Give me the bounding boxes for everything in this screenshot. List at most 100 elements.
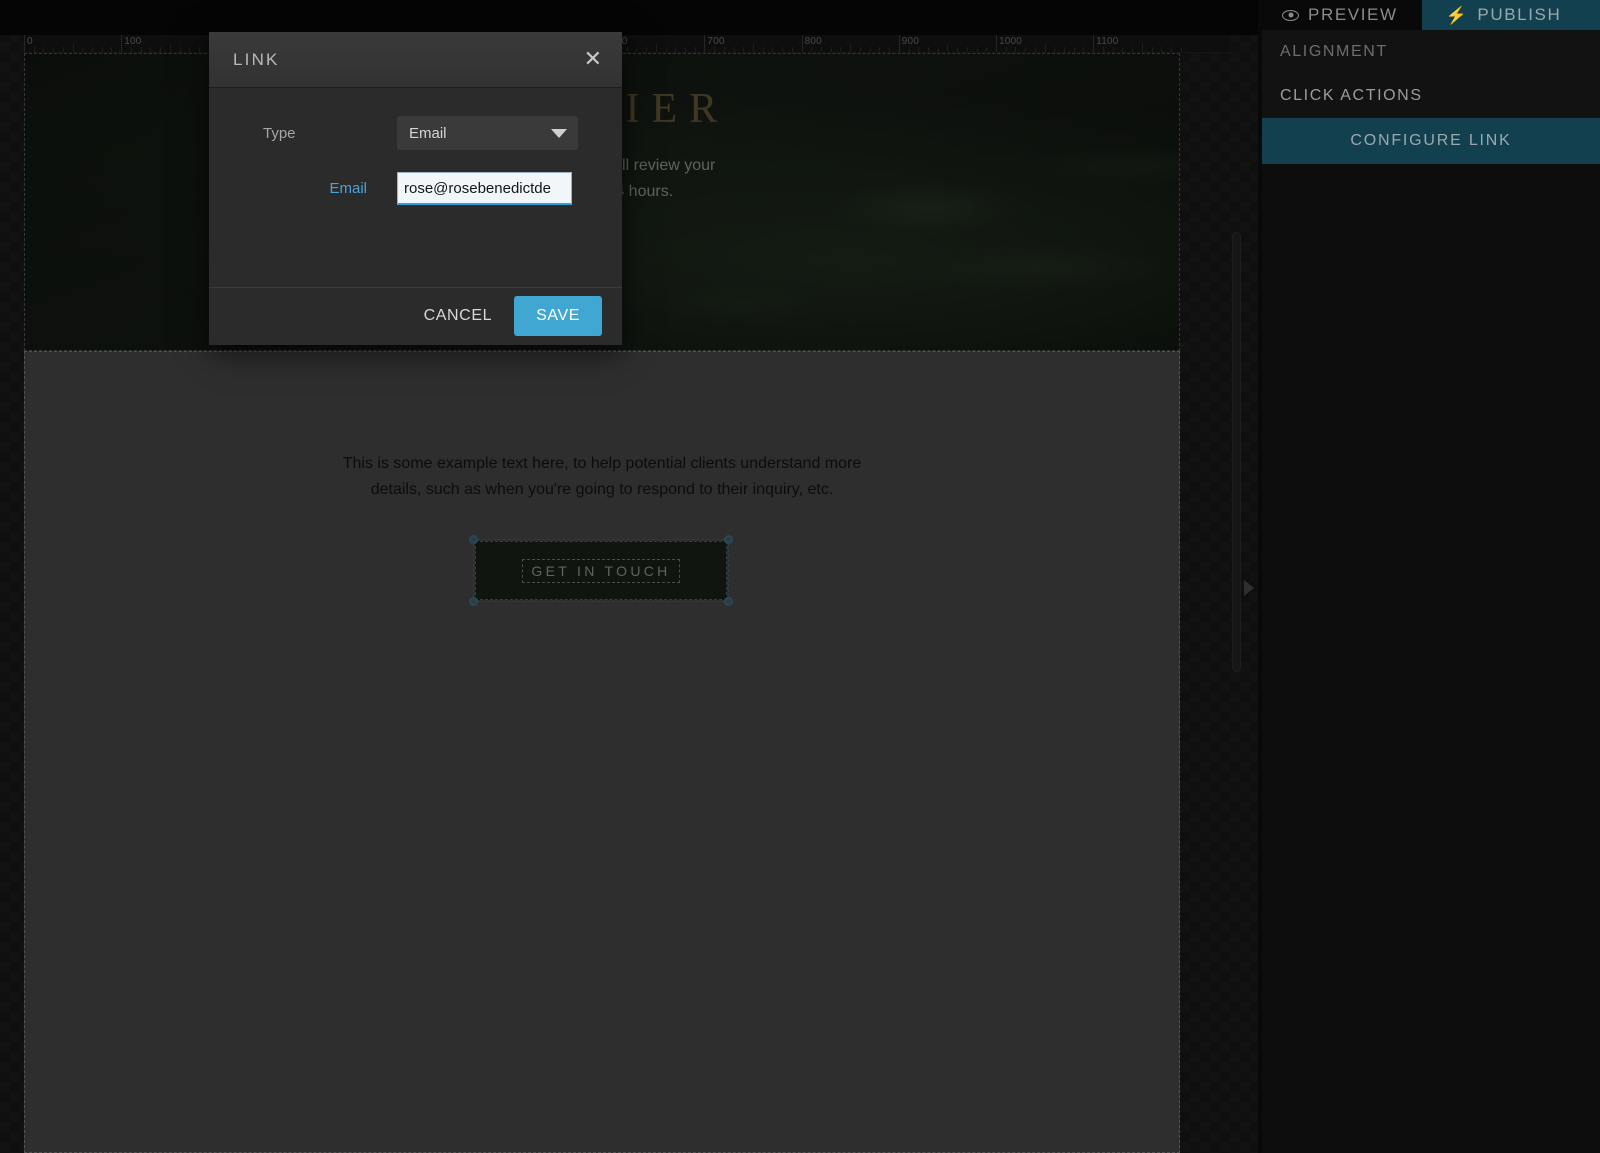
ruler-tick-minor: [840, 47, 842, 52]
resize-handle-top-right[interactable]: [724, 535, 733, 544]
panel-expand-arrow-icon[interactable]: [1244, 580, 1254, 596]
ruler-tick-minor: [43, 47, 45, 52]
ruler-label: 1100: [1096, 36, 1119, 47]
preview-button[interactable]: PREVIEW: [1258, 0, 1422, 30]
email-field-row: Email rose@rosebenedictde: [241, 172, 590, 205]
ruler-tick-minor: [821, 47, 823, 52]
link-type-selected-value: Email: [409, 124, 447, 142]
ruler-tick-minor: [918, 47, 920, 52]
ruler-tick-minor: [62, 47, 64, 52]
ruler-label: 1000: [999, 36, 1023, 47]
ruler-tick-minor: [859, 47, 861, 52]
chevron-down-icon: [551, 129, 567, 138]
ruler-tick-minor: [636, 47, 638, 52]
content-section[interactable]: This is some example text here, to help …: [24, 351, 1180, 1153]
ruler-tick-minor: [908, 47, 910, 52]
eye-icon: [1282, 9, 1299, 21]
ruler-tick-minor: [1015, 47, 1017, 52]
ruler-tick-minor: [869, 47, 871, 52]
resize-handle-top-left[interactable]: [469, 535, 478, 544]
ruler-tick-minor: [927, 47, 929, 52]
ruler-tick-minor: [1083, 47, 1085, 52]
get-in-touch-button[interactable]: GET IN TOUCH: [475, 541, 727, 600]
canvas-vertical-scrollbar[interactable]: [1232, 232, 1241, 672]
ruler-tick-minor: [53, 47, 55, 52]
ruler-tick-minor: [189, 47, 191, 52]
ruler-tick-minor: [947, 44, 949, 52]
ruler-label: 900: [901, 36, 920, 47]
ruler-tick-minor: [646, 47, 648, 52]
ruler-tick-minor: [753, 44, 754, 52]
panel-row-click-actions[interactable]: CLICK ACTIONS: [1262, 74, 1600, 118]
panel-row-configure-link[interactable]: CONFIGURE LINK: [1262, 118, 1600, 164]
ruler-tick-minor: [1112, 47, 1114, 52]
close-icon[interactable]: ✕: [584, 48, 602, 71]
section-body-line-1: This is some example text here, to help …: [342, 455, 862, 472]
ruler-tick-minor: [684, 47, 686, 52]
panel-row-configure-link-label: CONFIGURE LINK: [1350, 132, 1512, 149]
panel-row-click-actions-label: CLICK ACTIONS: [1280, 86, 1423, 104]
ruler-tick-minor: [665, 47, 667, 52]
ruler-tick-minor: [1034, 47, 1036, 52]
ruler-tick-minor: [830, 47, 832, 52]
ruler-tick-minor: [1132, 47, 1134, 52]
resize-handle-bottom-right[interactable]: [724, 597, 733, 606]
section-body-text: This is some example text here, to help …: [24, 451, 1180, 503]
link-modal-header: LINK ✕: [209, 32, 622, 88]
ruler-tick-minor: [733, 47, 735, 52]
ruler-tick-minor: [743, 47, 745, 52]
email-field-label: Email: [329, 180, 367, 197]
lightning-bolt-icon: ⚡: [1445, 5, 1469, 25]
ruler-tick-minor: [198, 47, 200, 52]
panel-sections: ALIGNMENT CLICK ACTIONS CONFIGURE LINK: [1258, 30, 1600, 1153]
preview-label: PREVIEW: [1308, 5, 1398, 24]
ruler-tick-minor: [92, 47, 94, 52]
ruler-label: 800: [804, 36, 822, 47]
ruler-tick-minor: [111, 47, 113, 52]
ruler-tick-minor: [626, 47, 628, 52]
panel-row-alignment[interactable]: ALIGNMENT: [1262, 30, 1600, 74]
email-input[interactable]: rose@rosebenedictde: [397, 172, 572, 205]
ruler-tick-minor: [966, 47, 968, 52]
type-field-row: Type Email: [241, 116, 590, 150]
ruler-tick-minor: [169, 44, 171, 52]
link-type-select[interactable]: Email: [397, 116, 578, 150]
ruler-label: 0: [27, 36, 33, 47]
ruler-tick-minor: [1122, 47, 1124, 52]
resize-handle-bottom-left[interactable]: [469, 597, 478, 606]
ruler-tick-minor: [101, 47, 103, 52]
ruler-tick-minor: [1141, 44, 1143, 52]
ruler-label: 100: [124, 36, 142, 47]
ruler-tick-minor: [762, 47, 764, 52]
ruler-tick-minor: [1073, 47, 1075, 52]
publish-button[interactable]: ⚡ PUBLISH: [1421, 0, 1600, 30]
ruler-tick-minor: [130, 47, 132, 52]
horizontal-ruler[interactable]: 010020030040050060070080090010001100: [24, 35, 1230, 53]
link-modal-footer: CANCEL SAVE: [209, 288, 622, 344]
ruler-tick-minor: [675, 47, 677, 52]
link-modal[interactable]: LINK ✕ Type Email Email rose@rosebenedic…: [209, 32, 622, 345]
save-button[interactable]: SAVE: [514, 296, 602, 336]
ruler-label: 700: [707, 36, 725, 47]
editor-region: 010020030040050060070080090010001100 ATE…: [0, 0, 1258, 1153]
ruler-tick-minor: [937, 47, 939, 52]
ruler-tick-minor: [1005, 47, 1007, 52]
ruler-tick-minor: [179, 47, 181, 52]
ruler-tick-minor: [782, 47, 784, 52]
ruler-tick-minor: [1170, 47, 1172, 52]
panel-empty-area: [1262, 164, 1600, 1153]
ruler-tick-minor: [986, 47, 988, 52]
ruler-tick-minor: [140, 47, 142, 52]
get-in-touch-label: GET IN TOUCH: [522, 558, 680, 583]
ruler-tick-minor: [150, 47, 152, 52]
ruler-tick-minor: [1102, 47, 1104, 52]
app-root: 010020030040050060070080090010001100 ATE…: [0, 0, 1600, 1153]
ruler-tick-minor: [1180, 47, 1182, 52]
ruler-tick-minor: [1025, 47, 1027, 52]
selected-element-wrapper[interactable]: GET IN TOUCH: [469, 535, 733, 606]
ruler-tick-minor: [791, 47, 793, 52]
cancel-button[interactable]: CANCEL: [424, 307, 493, 325]
panel-row-alignment-label: ALIGNMENT: [1280, 42, 1388, 60]
publish-label: PUBLISH: [1477, 5, 1562, 24]
ruler-tick-minor: [655, 44, 657, 52]
